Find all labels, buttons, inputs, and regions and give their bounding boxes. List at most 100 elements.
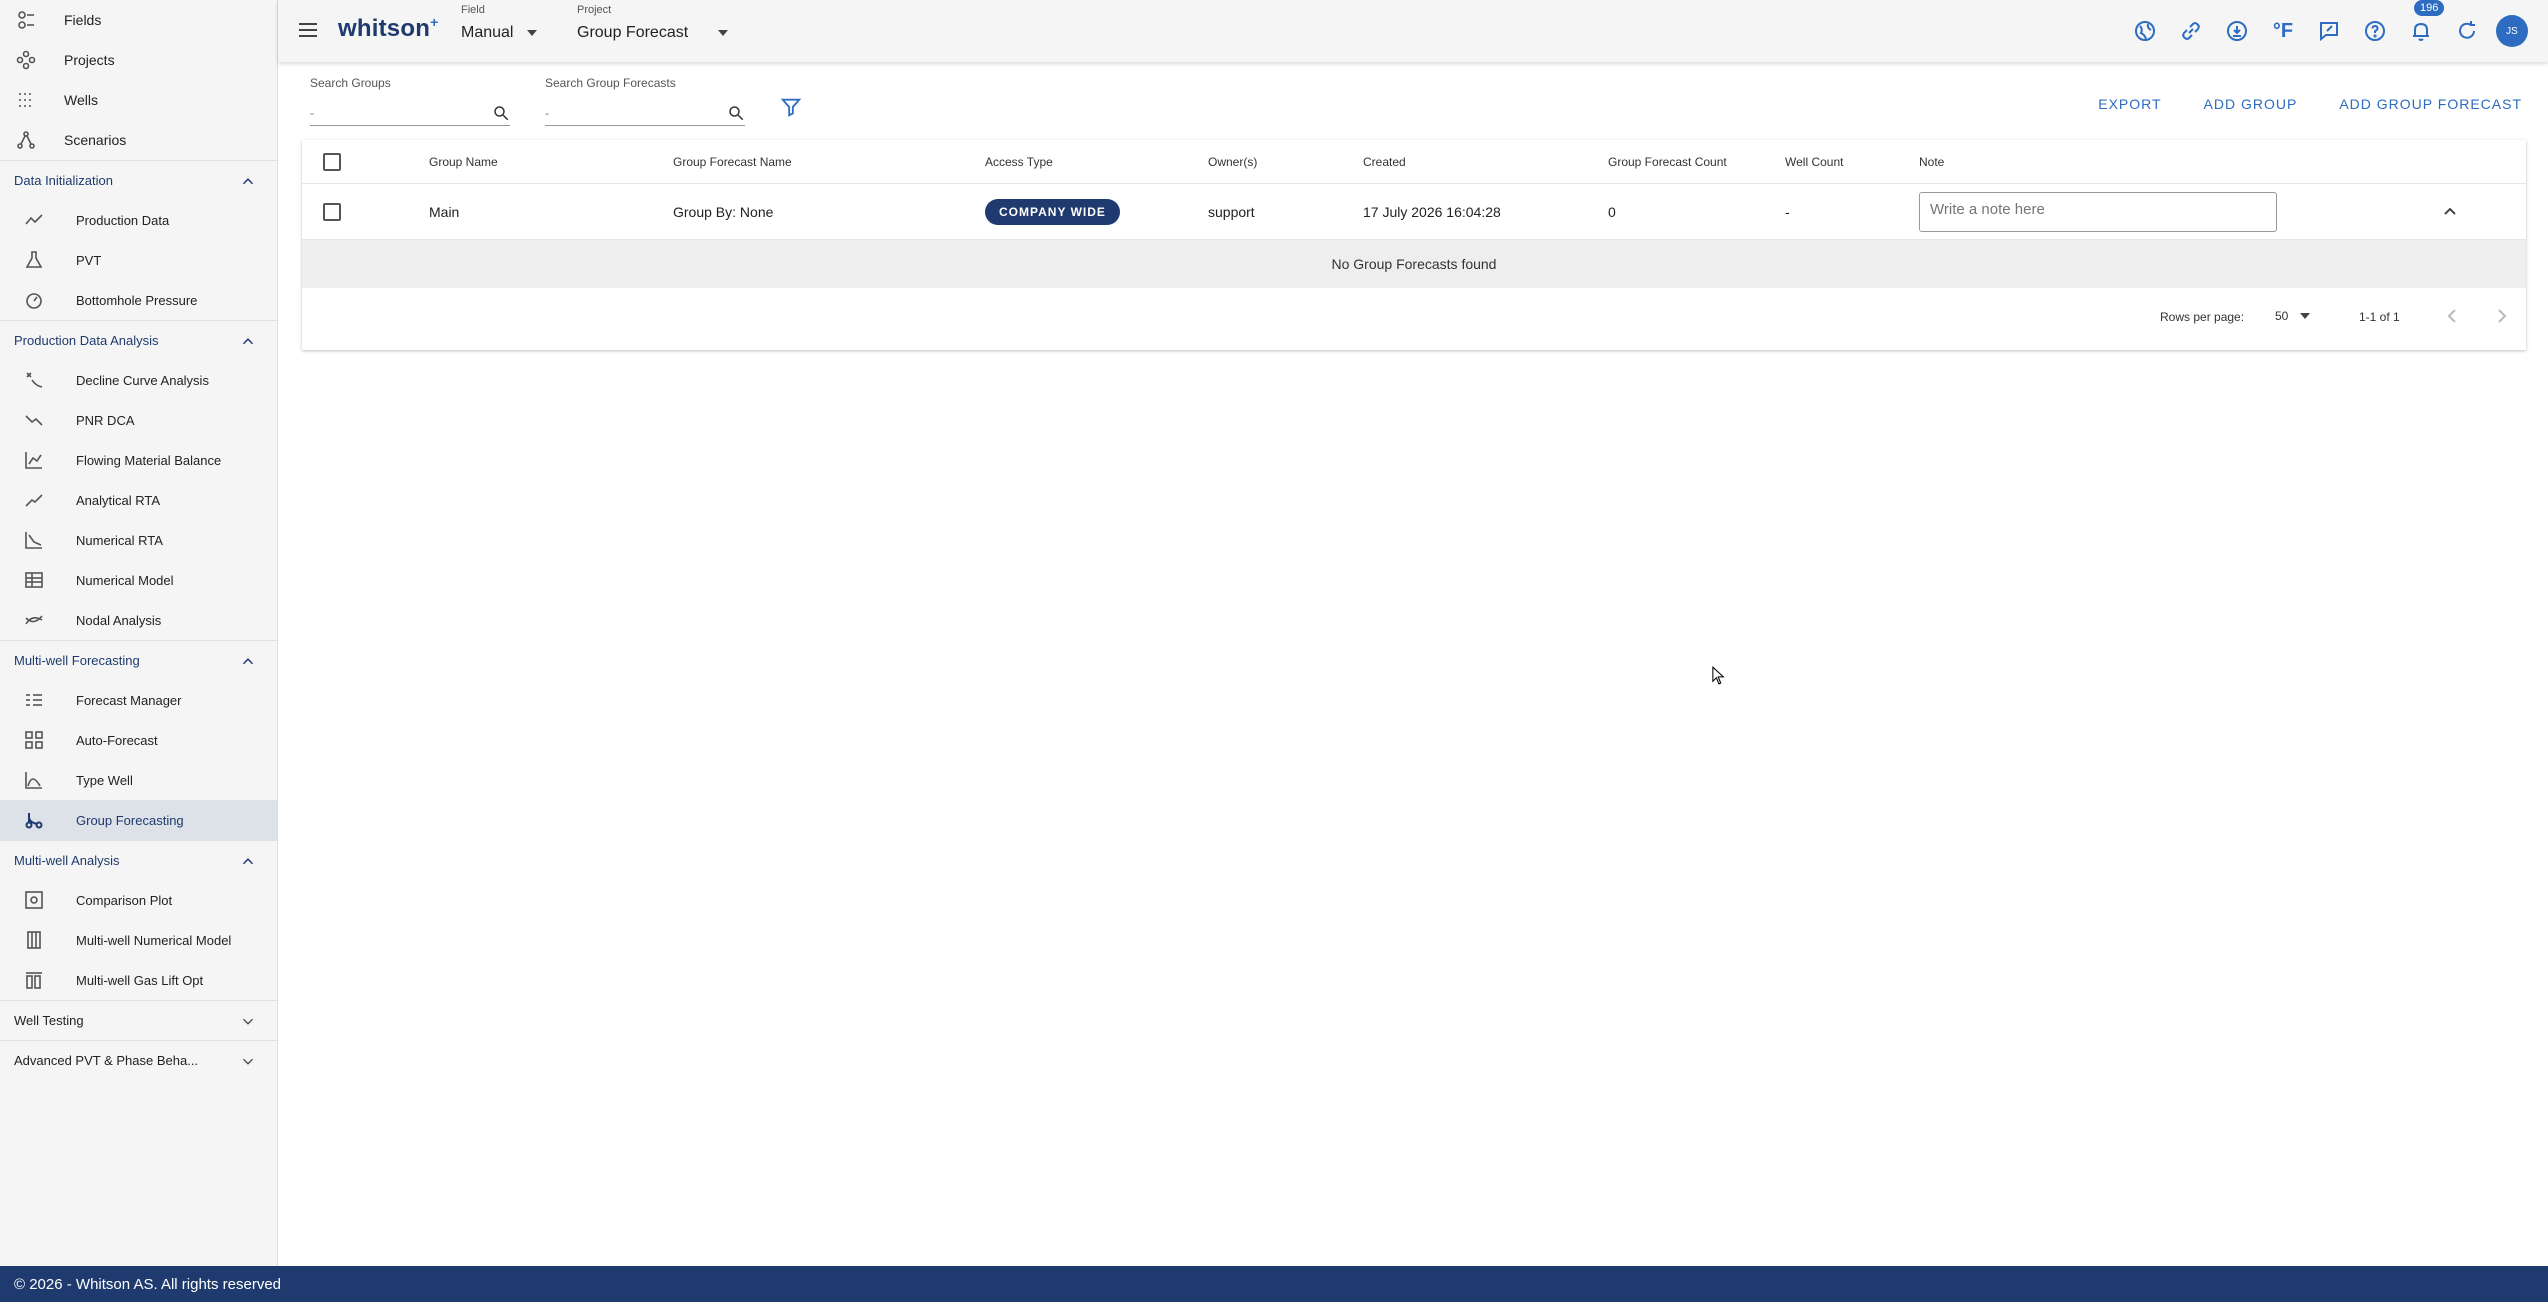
sidebar-item-numerical-model[interactable]: Numerical Model — [0, 560, 277, 600]
field-label: Field — [461, 4, 485, 16]
projects-icon — [14, 50, 38, 70]
prev-page-icon[interactable] — [2442, 306, 2462, 329]
menu-icon[interactable] — [296, 18, 320, 42]
sidebar-item-auto-forecast[interactable]: Auto-Forecast — [0, 720, 277, 760]
sidebar-item-wells[interactable]: Wells — [0, 80, 277, 120]
sidebar-item-numerical-rta[interactable]: Numerical RTA — [0, 520, 277, 560]
grid-icon — [22, 730, 46, 750]
empty-forecasts-message: No Group Forecasts found — [302, 240, 2526, 288]
chevron-down-icon — [239, 1052, 257, 1070]
page-range: 1-1 of 1 — [2359, 310, 2400, 324]
project-value[interactable]: Group Forecast — [577, 24, 729, 42]
sidebar-item-scenarios[interactable]: Scenarios — [0, 120, 277, 160]
search-forecasts-input[interactable] — [545, 105, 695, 120]
caret-down-icon — [2300, 313, 2311, 319]
section-multi-well-forecasting[interactable]: Multi-well Forecasting — [0, 640, 277, 680]
action-buttons: EXPORT ADD GROUP ADD GROUP FORECAST — [2098, 96, 2522, 112]
refresh-icon[interactable] — [2450, 14, 2484, 48]
sidebar-item-label: Auto-Forecast — [76, 732, 158, 748]
groups-table: Group Name Group Forecast Name Access Ty… — [302, 140, 2526, 350]
add-group-forecast-button[interactable]: ADD GROUP FORECAST — [2339, 96, 2522, 112]
fields-icon — [14, 10, 38, 30]
search-forecasts-label: Search Group Forecasts — [545, 76, 676, 90]
temperature-unit-text: °F — [2272, 19, 2294, 42]
feedback-icon[interactable] — [2312, 14, 2346, 48]
sidebar-item-pnr-dca[interactable]: PNR DCA — [0, 400, 277, 440]
link-icon[interactable] — [2174, 14, 2208, 48]
comparison-plot-icon — [22, 890, 46, 910]
project-selector[interactable]: Project Group Forecast — [577, 4, 729, 42]
section-title: Production Data Analysis — [14, 333, 159, 348]
section-multi-well-analysis[interactable]: Multi-well Analysis — [0, 840, 277, 880]
export-button[interactable]: EXPORT — [2098, 96, 2161, 112]
sidebar-item-fields[interactable]: Fields — [0, 0, 277, 40]
help-icon[interactable] — [2358, 14, 2392, 48]
sidebar-item-comparison-plot[interactable]: Comparison Plot — [0, 880, 277, 920]
filter-icon[interactable] — [780, 96, 802, 123]
nodal-curves-icon — [22, 610, 46, 630]
gas-lift-icon — [22, 970, 46, 990]
sidebar-item-multi-well-numerical-model[interactable]: Multi-well Numerical Model — [0, 920, 277, 960]
note-input[interactable] — [1919, 192, 2277, 232]
sidebar: Fields Projects Wells Scenarios Data Ini… — [0, 0, 278, 1266]
sidebar-item-production-data[interactable]: Production Data — [0, 200, 277, 240]
column-header[interactable]: Well Count — [1785, 155, 1843, 169]
globe-icon[interactable] — [2128, 14, 2162, 48]
sidebar-item-forecast-manager[interactable]: Forecast Manager — [0, 680, 277, 720]
sidebar-item-decline-curve-analysis[interactable]: Decline Curve Analysis — [0, 360, 277, 400]
sidebar-item-label: Numerical RTA — [76, 532, 163, 548]
column-header[interactable]: Note — [1919, 155, 1944, 169]
column-header[interactable]: Group Name — [429, 155, 498, 169]
section-data-initialization[interactable]: Data Initialization — [0, 160, 277, 200]
column-header[interactable]: Group Forecast Count — [1608, 155, 1727, 169]
column-header[interactable]: Group Forecast Name — [673, 155, 792, 169]
column-header[interactable]: Created — [1363, 155, 1406, 169]
logo-text: whitson — [338, 15, 431, 42]
app-logo[interactable]: whitson+ — [338, 14, 438, 43]
table-row[interactable]: Main Group By: None COMPANY WIDE support… — [302, 184, 2526, 240]
section-title: Multi-well Analysis — [14, 853, 120, 868]
section-well-testing[interactable]: Well Testing — [0, 1000, 277, 1040]
scenarios-icon — [14, 130, 38, 150]
sidebar-item-analytical-rta[interactable]: Analytical RTA — [0, 480, 277, 520]
chevron-up-icon — [239, 852, 257, 870]
field-value[interactable]: Manual — [461, 24, 538, 42]
temperature-unit-toggle[interactable]: °F — [2266, 14, 2300, 48]
sidebar-item-label: Multi-well Numerical Model — [76, 932, 232, 948]
caret-down-icon — [718, 30, 729, 36]
columns-icon — [22, 930, 46, 950]
column-header[interactable]: Owner(s) — [1208, 155, 1257, 169]
sidebar-item-pvt[interactable]: PVT — [0, 240, 277, 280]
sidebar-item-type-well[interactable]: Type Well — [0, 760, 277, 800]
column-header[interactable]: Access Type — [985, 155, 1053, 169]
wells-icon — [14, 90, 38, 110]
sidebar-item-projects[interactable]: Projects — [0, 40, 277, 80]
type-curve-icon — [22, 770, 46, 790]
sidebar-item-multi-well-gas-lift-opt[interactable]: Multi-well Gas Lift Opt — [0, 960, 277, 1000]
section-production-data-analysis[interactable]: Production Data Analysis — [0, 320, 277, 360]
sidebar-item-flowing-material-balance[interactable]: Flowing Material Balance — [0, 440, 277, 480]
row-checkbox[interactable] — [323, 203, 341, 221]
field-selector[interactable]: Field Manual — [461, 4, 538, 42]
rows-per-page-select[interactable]: 50 — [2275, 304, 2311, 328]
notifications-icon[interactable]: 196 — [2404, 0, 2445, 48]
select-all-checkbox[interactable] — [323, 153, 341, 171]
collapse-row-icon[interactable] — [2440, 201, 2460, 224]
search-icon[interactable] — [492, 104, 510, 122]
search-groups-box — [310, 100, 510, 126]
add-group-button[interactable]: ADD GROUP — [2204, 96, 2298, 112]
group-forecast-name-cell: Group By: None — [673, 203, 774, 220]
search-groups-input[interactable] — [310, 105, 460, 120]
flask-icon — [22, 250, 46, 270]
gauge-icon — [22, 290, 46, 310]
sidebar-item-group-forecasting[interactable]: Group Forecasting — [0, 800, 277, 840]
avatar[interactable]: JS — [2496, 15, 2528, 47]
search-group-forecasts: Search Group Forecasts — [545, 76, 745, 126]
sidebar-item-label: PNR DCA — [76, 412, 135, 428]
download-icon[interactable] — [2220, 14, 2254, 48]
section-advanced-pvt[interactable]: Advanced PVT & Phase Beha... — [0, 1040, 277, 1080]
search-icon[interactable] — [727, 104, 745, 122]
next-page-icon[interactable] — [2492, 306, 2512, 329]
sidebar-item-bottomhole-pressure[interactable]: Bottomhole Pressure — [0, 280, 277, 320]
sidebar-item-nodal-analysis[interactable]: Nodal Analysis — [0, 600, 277, 640]
